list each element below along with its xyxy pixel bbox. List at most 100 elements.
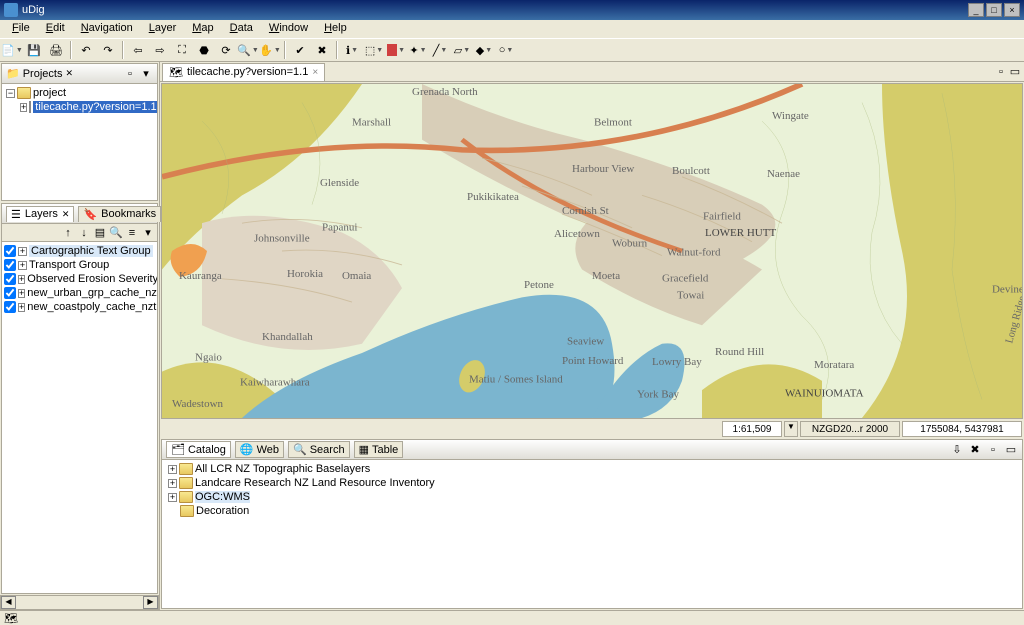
- back-button[interactable]: ⇦: [128, 40, 148, 60]
- projects-pin-icon[interactable]: ✕: [65, 68, 73, 79]
- tree-expand-icon[interactable]: +: [168, 465, 177, 474]
- scale-display[interactable]: 1:61,509: [722, 421, 782, 437]
- print-button[interactable]: 🖨: [46, 40, 66, 60]
- edit-geom-button[interactable]: ○▼: [496, 40, 516, 60]
- layers-tab[interactable]: ☰ Layers ✕: [6, 206, 74, 222]
- save-button[interactable]: 💾: [24, 40, 44, 60]
- svg-text:Walnut-ford: Walnut-ford: [667, 248, 721, 259]
- catalog-import-icon[interactable]: ⇩: [950, 443, 964, 457]
- menu-navigation[interactable]: Navigation: [73, 20, 141, 38]
- commit-button[interactable]: ✔: [290, 40, 310, 60]
- table-tab[interactable]: ▦Table: [354, 441, 404, 458]
- panel-minimize-icon[interactable]: ▫: [986, 443, 1000, 457]
- edit-feature-button[interactable]: ◆▼: [474, 40, 494, 60]
- pan-button[interactable]: ✋▼: [260, 40, 280, 60]
- tree-expand-icon[interactable]: +: [168, 493, 177, 502]
- minimize-button[interactable]: _: [968, 3, 984, 17]
- edit-poly-button[interactable]: ▱▼: [452, 40, 472, 60]
- redo-button[interactable]: ↷: [98, 40, 118, 60]
- panel-dropdown-icon[interactable]: ▾: [141, 226, 155, 240]
- point-icon: ✦: [409, 44, 418, 57]
- zoom-button[interactable]: 🔍▼: [238, 40, 258, 60]
- layer-menu-icon[interactable]: ▤: [93, 226, 107, 240]
- tree-expand-icon[interactable]: +: [18, 261, 27, 270]
- layer-item[interactable]: Cartographic Text Group: [29, 245, 153, 257]
- menu-window[interactable]: Window: [261, 20, 316, 38]
- tree-expand-icon[interactable]: +: [168, 479, 177, 488]
- editor-tab[interactable]: 🗺 tilecache.py?version=1.1 ×: [162, 63, 325, 81]
- crs-button[interactable]: NZGD20...r 2000: [800, 421, 900, 437]
- stop-button[interactable]: ⬣: [194, 40, 214, 60]
- layer-checkbox[interactable]: [4, 287, 16, 299]
- menu-map[interactable]: Map: [184, 20, 221, 38]
- edit-line-button[interactable]: ╱▼: [430, 40, 450, 60]
- tree-expand-icon[interactable]: +: [18, 303, 25, 312]
- refresh-button[interactable]: ⟳: [216, 40, 236, 60]
- catalog-item[interactable]: Decoration: [196, 505, 249, 517]
- bookmarks-tab[interactable]: 🔖 Bookmarks: [78, 206, 161, 222]
- new-button[interactable]: 📄▼: [2, 40, 22, 60]
- layer-item[interactable]: new_coastpoly_cache_nztm(EPSG:2193): [27, 301, 157, 313]
- rollback-button[interactable]: ✖: [312, 40, 332, 60]
- editor-minimize-icon[interactable]: ▫: [994, 65, 1008, 79]
- svg-text:Fairfield: Fairfield: [703, 212, 742, 223]
- move-up-icon[interactable]: ↑: [61, 226, 75, 240]
- web-tab[interactable]: 🌐Web: [235, 441, 284, 458]
- color-swatch: [387, 44, 397, 56]
- edit-point-button[interactable]: ✦▼: [408, 40, 428, 60]
- layer-style-icon[interactable]: ≡: [125, 226, 139, 240]
- info-button[interactable]: ℹ▼: [342, 40, 362, 60]
- close-button[interactable]: ×: [1004, 3, 1020, 17]
- new-icon: 📄: [1, 44, 15, 57]
- maximize-button[interactable]: □: [986, 3, 1002, 17]
- layer-checkbox[interactable]: [4, 273, 16, 285]
- app-icon: [4, 3, 18, 17]
- zoom-icon: 🔍: [237, 44, 251, 57]
- zoom-extent-button[interactable]: ⛶: [172, 40, 192, 60]
- menu-file[interactable]: File: [4, 20, 38, 38]
- forward-button[interactable]: ⇨: [150, 40, 170, 60]
- svg-text:Matiu / Somes Island: Matiu / Somes Island: [469, 375, 564, 386]
- map-canvas[interactable]: Grenada North Marshall Belmont Wingate G…: [161, 83, 1023, 419]
- panel-maximize-icon[interactable]: ▭: [1004, 443, 1018, 457]
- layer-zoom-icon[interactable]: 🔍: [109, 226, 123, 240]
- layer-item[interactable]: Observed Erosion Severity: [27, 273, 157, 285]
- tree-expand-icon[interactable]: +: [18, 247, 27, 256]
- catalog-item[interactable]: All LCR NZ Topographic Baselayers: [195, 463, 370, 475]
- project-item[interactable]: tilecache.py?version=1.1: [33, 101, 157, 113]
- tree-expand-icon[interactable]: +: [18, 275, 25, 284]
- layer-checkbox[interactable]: [4, 245, 16, 257]
- undo-button[interactable]: ↶: [76, 40, 96, 60]
- catalog-remove-icon[interactable]: ✖: [968, 443, 982, 457]
- panel-menu-icon[interactable]: ▾: [139, 67, 153, 81]
- layer-checkbox[interactable]: [4, 301, 16, 313]
- svg-text:Boulcott: Boulcott: [672, 166, 710, 177]
- tab-close-icon[interactable]: ×: [312, 67, 318, 78]
- tree-collapse-icon[interactable]: −: [6, 89, 15, 98]
- scale-dropdown-icon[interactable]: ▼: [784, 421, 798, 437]
- menu-layer[interactable]: Layer: [141, 20, 185, 38]
- menu-help[interactable]: Help: [316, 20, 355, 38]
- move-down-icon[interactable]: ↓: [77, 226, 91, 240]
- layer-item[interactable]: Transport Group: [29, 259, 109, 271]
- svg-text:Round Hill: Round Hill: [715, 347, 764, 358]
- catalog-tab[interactable]: 🗂Catalog: [166, 441, 231, 458]
- menu-edit[interactable]: Edit: [38, 20, 73, 38]
- select-button[interactable]: ⬚▼: [364, 40, 384, 60]
- layer-checkbox[interactable]: [4, 259, 16, 271]
- edit-fill-button[interactable]: ▼: [386, 40, 406, 60]
- layer-item[interactable]: new_urban_grp_cache_nztm(EPSG:2193): [27, 287, 157, 299]
- catalog-item[interactable]: OGC:WMS: [195, 491, 250, 503]
- layers-icon: ☰: [11, 208, 21, 221]
- search-tab[interactable]: 🔍Search: [288, 441, 350, 458]
- svg-text:LOWER HUTT: LOWER HUTT: [705, 228, 777, 239]
- menu-data[interactable]: Data: [222, 20, 261, 38]
- catalog-item[interactable]: Landcare Research NZ Land Resource Inven…: [195, 477, 435, 489]
- tree-expand-icon[interactable]: +: [20, 103, 27, 112]
- left-scrollbar[interactable]: ◀▶: [0, 595, 159, 610]
- tree-expand-icon[interactable]: +: [18, 289, 25, 298]
- editor-maximize-icon[interactable]: ▭: [1008, 65, 1022, 79]
- svg-text:Grenada North: Grenada North: [412, 87, 478, 98]
- project-root[interactable]: project: [33, 87, 66, 99]
- panel-minimize-icon[interactable]: ▫: [123, 67, 137, 81]
